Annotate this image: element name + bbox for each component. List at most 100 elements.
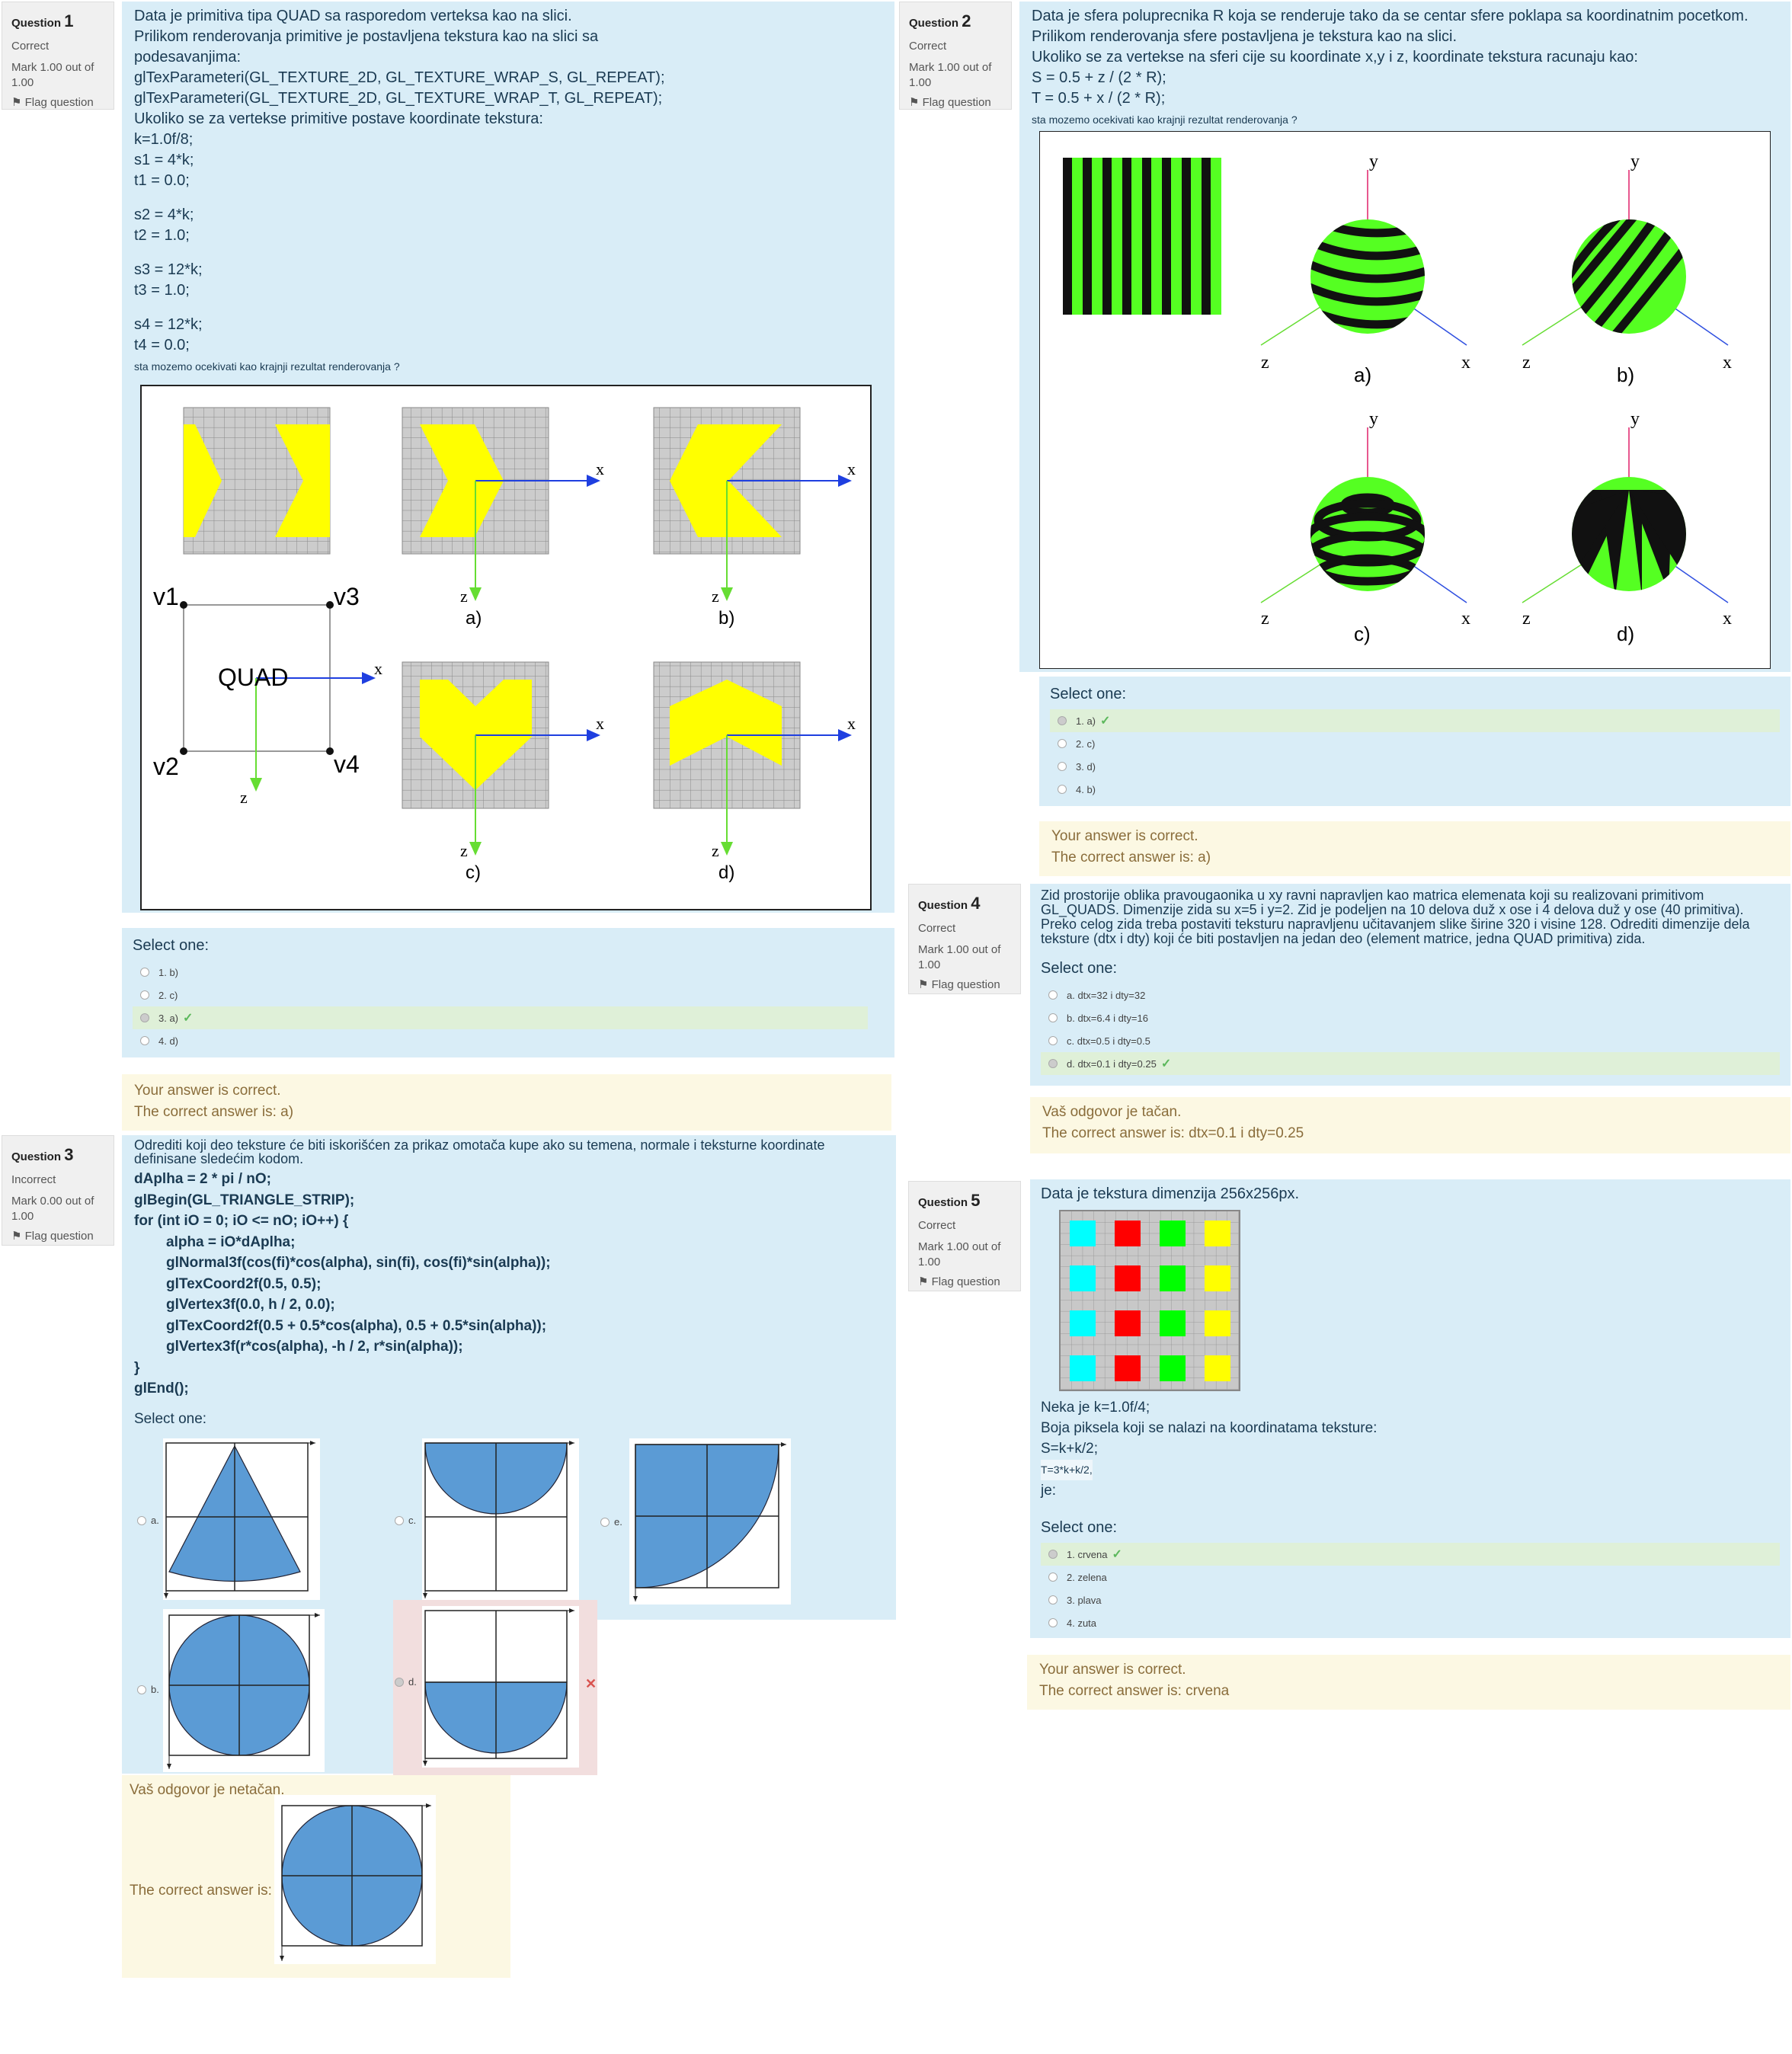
q3-option-e[interactable]: e.	[600, 1516, 622, 1528]
q2-mark: Mark 1.00 out of 1.00	[909, 60, 992, 90]
q5-info-panel: Question 5 Correct Mark 1.00 out of 1.00…	[908, 1181, 1021, 1291]
q1-option-a-image	[402, 407, 600, 601]
checkmark-icon: ✓	[183, 1012, 194, 1025]
q5-flag-button[interactable]: ⚑ Flag question	[918, 1275, 1011, 1290]
radio-button[interactable]	[1058, 762, 1067, 771]
q2-status: Correct	[909, 39, 947, 53]
q4-flag-button[interactable]: ⚑ Flag question	[918, 977, 1011, 993]
flag-icon: ⚑	[11, 1230, 22, 1243]
q1-b-caption: b)	[718, 608, 734, 629]
q1-prompt: sta mozemo ocekivati kao krajnji rezulta…	[134, 360, 400, 373]
q2-a-caption: a)	[1354, 363, 1371, 386]
q4-feedback: Vaš odgovor je tačan. The correct answer…	[1030, 1097, 1790, 1153]
q4-mark: Mark 1.00 out of 1.00	[918, 942, 1001, 972]
q4-option-d[interactable]: d. dtx=0.1 i dty=0.25 ✓	[1041, 1052, 1780, 1075]
q5-feedback: Your answer is correct. The correct answ…	[1027, 1655, 1790, 1710]
checkmark-icon: ✓	[1112, 1548, 1122, 1561]
q2-d-y: y	[1630, 409, 1640, 429]
q3-feedback: Vaš odgovor je netačan. The correct answ…	[122, 1775, 510, 1978]
q2-option-1[interactable]: 1. a) ✓	[1050, 709, 1780, 732]
radio-button[interactable]	[137, 1515, 146, 1525]
q1-status: Correct	[11, 39, 50, 53]
q1-b-z: z	[712, 587, 719, 606]
q3-option-a[interactable]: a.	[137, 1515, 159, 1526]
q5-status: Correct	[918, 1218, 956, 1232]
q5-option-1[interactable]: 1. crvena ✓	[1041, 1543, 1780, 1566]
radio-button[interactable]	[1048, 990, 1058, 1000]
q2-option-4[interactable]: 4. b)	[1050, 778, 1780, 801]
q4-option-b[interactable]: b. dtx=6.4 i dty=16	[1041, 1006, 1780, 1029]
q2-texture-image	[1063, 158, 1221, 315]
q5-mark: Mark 1.00 out of 1.00	[918, 1240, 1001, 1269]
q1-figure: v1 v3 v2 v4 QUAD x z x z a) x z b) x z c…	[140, 385, 872, 910]
radio-button[interactable]	[1058, 716, 1067, 725]
q1-texture-image	[183, 407, 331, 555]
q1-c-z: z	[460, 841, 468, 860]
q3-info-panel: Question 3 Incorrect Mark 0.00 out of 1.…	[2, 1135, 114, 1246]
q1-option-1[interactable]: 1. b)	[133, 961, 884, 984]
q1-option-2[interactable]: 2. c)	[133, 984, 884, 1006]
q1-d-z: z	[712, 841, 719, 860]
radio-button[interactable]	[1058, 785, 1067, 794]
q3-option-b[interactable]: b.	[137, 1684, 159, 1695]
q4-status: Correct	[918, 921, 956, 935]
radio-button[interactable]	[137, 1684, 146, 1694]
radio-button[interactable]	[1048, 1572, 1058, 1582]
q5-option-2[interactable]: 2. zelena	[1041, 1566, 1780, 1588]
q2-info-panel: Question 2 Correct Mark 1.00 out of 1.00…	[899, 2, 1012, 110]
q5-option-3[interactable]: 3. plava	[1041, 1588, 1780, 1611]
q5-option-4[interactable]: 4. zuta	[1041, 1611, 1780, 1634]
flag-icon: ⚑	[909, 96, 920, 110]
q3-option-d-image	[422, 1606, 579, 1768]
radio-button[interactable]	[600, 1517, 610, 1527]
q2-option-a-image	[1260, 170, 1467, 346]
radio-button[interactable]	[395, 1515, 404, 1525]
radio-button[interactable]	[140, 1036, 149, 1045]
q1-label-v3: v3	[334, 583, 360, 610]
q1-label-z0: z	[240, 788, 248, 807]
radio-button[interactable]	[1048, 1595, 1058, 1604]
q1-option-4[interactable]: 4. d)	[133, 1029, 884, 1052]
radio-button[interactable]	[140, 990, 149, 1000]
q1-d-x: x	[847, 714, 856, 733]
radio-button[interactable]	[1048, 1618, 1058, 1627]
q4-option-c[interactable]: c. dtx=0.5 i dty=0.5	[1041, 1029, 1780, 1052]
q1-label-v4: v4	[334, 750, 360, 778]
q2-option-2[interactable]: 2. c)	[1050, 732, 1780, 755]
radio-button[interactable]	[140, 968, 149, 977]
q4-option-a[interactable]: a. dtx=32 i dty=32	[1041, 984, 1780, 1006]
radio-button[interactable]	[395, 1677, 404, 1687]
q3-flag-button[interactable]: ⚑ Flag question	[11, 1229, 104, 1244]
checkmark-icon: ✓	[1100, 715, 1111, 728]
q3-option-c-image	[422, 1438, 579, 1600]
q2-option-d-image	[1522, 427, 1729, 603]
q4-question-text: Zid prostorije oblika pravougaonika u xy…	[1041, 888, 1750, 946]
q2-c-x: x	[1461, 609, 1470, 629]
q2-c-caption: c)	[1354, 622, 1371, 645]
q3-number: Question 3	[11, 1145, 74, 1164]
q2-a-z: z	[1261, 353, 1269, 373]
q3-option-c[interactable]: c.	[395, 1515, 416, 1526]
q1-label-x0: x	[374, 659, 382, 678]
q1-label-v2: v2	[153, 753, 179, 780]
q2-option-3[interactable]: 3. d)	[1050, 755, 1780, 778]
q2-flag-button[interactable]: ⚑ Flag question	[909, 95, 1002, 110]
q1-option-3[interactable]: 3. a) ✓	[133, 1006, 868, 1029]
q2-d-z: z	[1522, 609, 1531, 629]
radio-button[interactable]	[1048, 1059, 1058, 1068]
q2-number: Question 2	[909, 11, 971, 30]
q1-answer-block: Select one: 1. b) 2. c) 3. a) ✓ 4. d)	[122, 928, 894, 1057]
q2-d-caption: d)	[1617, 622, 1634, 645]
q5-texture-image	[1059, 1210, 1240, 1391]
radio-button[interactable]	[1048, 1036, 1058, 1045]
q1-flag-button[interactable]: ⚑ Flag question	[11, 95, 104, 110]
radio-button[interactable]	[1058, 739, 1067, 748]
q3-code-block: dAplha = 2 * pi / nO; glBegin(GL_TRIANGL…	[134, 1171, 551, 1397]
radio-button[interactable]	[140, 1013, 149, 1022]
radio-button[interactable]	[1048, 1550, 1058, 1559]
q3-option-d[interactable]: d.	[395, 1676, 417, 1688]
flag-icon: ⚑	[11, 96, 22, 110]
q1-a-z: z	[460, 587, 468, 606]
radio-button[interactable]	[1048, 1013, 1058, 1022]
q1-number: Question 1	[11, 11, 74, 30]
